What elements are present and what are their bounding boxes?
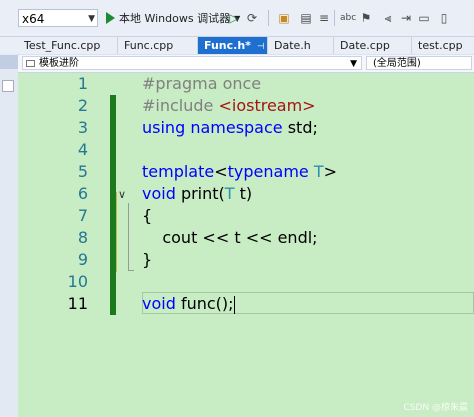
tab-date-cpp[interactable]: Date.cpp: [334, 37, 412, 54]
plain-token: >: [323, 162, 338, 181]
left-strip-selection: [0, 55, 18, 69]
keyword-token: template: [142, 162, 215, 181]
list-icon[interactable]: ≡: [316, 10, 332, 26]
project-scope-dropdown[interactable]: 模板进阶 ▼: [22, 56, 362, 70]
document-tabs: Test_Func.cpp Func.cpp Func.h*⊣✕ Date.h …: [0, 37, 474, 54]
plain-token: <: [214, 162, 228, 181]
folder-icon[interactable]: ▣: [276, 10, 292, 26]
type-token: T: [308, 162, 324, 181]
keyword-token: void: [142, 294, 176, 313]
line-number: 10: [67, 272, 88, 291]
left-tool-strip: [0, 54, 19, 417]
keyword-token: using: [142, 118, 186, 137]
line-number: 9: [77, 250, 88, 269]
pin-icon[interactable]: ⊣: [257, 42, 265, 52]
navigation-bar: 模板进阶 ▼ (全局范围): [18, 55, 474, 73]
code-text: void func();: [142, 293, 235, 315]
line-number: 2: [77, 96, 88, 115]
string-token: <iostream>: [218, 96, 316, 115]
line-number: 4: [77, 140, 88, 159]
code-text: void print(T t): [142, 183, 252, 205]
chevron-down-icon: ▼: [88, 14, 95, 24]
comment-icon[interactable]: ▭: [416, 10, 432, 26]
code-line: 7 {: [18, 205, 474, 227]
code-line-current: 11 void func();: [18, 293, 474, 315]
tab-label: Date.cpp: [340, 39, 390, 52]
bookmark-icon[interactable]: ⚑: [358, 10, 374, 26]
platform-select-value: x64: [22, 12, 45, 26]
code-text: using namespace std;: [142, 117, 318, 139]
tab-label: test.cpp: [418, 39, 463, 52]
line-number: 11: [67, 294, 88, 313]
code-text: #pragma once: [142, 74, 262, 93]
spell-check-icon[interactable]: abc: [340, 10, 356, 26]
code-line: 10: [18, 271, 474, 293]
preprocessor-token: #include: [142, 96, 219, 115]
line-number: 6: [77, 184, 88, 203]
code-text: cout << t << endl;: [142, 228, 318, 247]
plain-token: std;: [282, 118, 318, 137]
start-without-debugging-icon[interactable]: ▷: [226, 10, 242, 26]
watermark: CSDN @椋朱晨: [403, 403, 468, 413]
tab-label: Func.h*: [204, 39, 251, 52]
code-line: 2 #include <iostream>: [18, 95, 474, 117]
line-number: 8: [77, 228, 88, 247]
line-number: 7: [77, 206, 88, 225]
line-number: 3: [77, 118, 88, 137]
toolbar-separator: [268, 10, 269, 26]
plain-token: func();: [175, 294, 234, 313]
tab-label: Test_Func.cpp: [24, 39, 101, 52]
code-line: 3 using namespace std;: [18, 117, 474, 139]
chevron-down-icon: ▼: [350, 59, 357, 69]
text-caret: [233, 295, 235, 314]
tab-date-h[interactable]: Date.h: [268, 37, 334, 54]
line-number: 5: [77, 162, 88, 181]
keyword-token: namespace: [190, 118, 283, 137]
keyword-token: void: [142, 184, 176, 203]
toolbox-icon[interactable]: [2, 80, 14, 92]
code-line: 9 }: [18, 249, 474, 271]
play-icon: [106, 12, 115, 24]
code-line: 4: [18, 139, 474, 161]
code-line: 8 cout << t << endl;: [18, 227, 474, 249]
type-token: T: [224, 184, 235, 203]
layout-icon[interactable]: ▤: [298, 10, 314, 26]
tab-test-cpp[interactable]: test.cpp: [412, 37, 474, 54]
hot-reload-icon[interactable]: ⟳: [244, 10, 260, 26]
start-debugging-label: 本地 Windows 调试器: [119, 12, 231, 25]
tab-label: Date.h: [274, 39, 311, 52]
scope-dropdown[interactable]: (全局范围): [366, 56, 472, 70]
code-text: template<typename T>: [142, 161, 337, 183]
code-text: {: [142, 206, 153, 225]
line-number: 1: [77, 74, 88, 93]
indent-icon[interactable]: ⇥: [398, 10, 414, 26]
tab-func-cpp[interactable]: Func.cpp: [118, 37, 198, 54]
tab-label: Func.cpp: [124, 39, 174, 52]
code-line: 5 template<typename T>: [18, 161, 474, 183]
plain-token: print(: [175, 184, 225, 203]
tab-test-func-cpp[interactable]: Test_Func.cpp: [18, 37, 118, 54]
scope-value: (全局范围): [373, 58, 421, 69]
code-line: 6 void print(T t): [18, 183, 474, 205]
code-text: }: [142, 250, 153, 269]
start-debugging-button[interactable]: 本地 Windows 调试器 ▼: [106, 9, 240, 27]
code-line: 1 #pragma once: [18, 73, 474, 95]
project-scope-value: 模板进阶: [39, 58, 79, 69]
toolbar: x64 ▼ 本地 Windows 调试器 ▼ ▷ ⟳ ▣ ▤ ≡ abc ⚑ ⫷…: [0, 0, 474, 37]
keyword-token: typename: [227, 162, 309, 181]
uncomment-icon[interactable]: ▯: [436, 10, 452, 26]
code-editor[interactable]: ∨ 1 #pragma once 2 #include <iostream> 3…: [18, 73, 474, 417]
project-icon: [26, 60, 35, 67]
platform-select[interactable]: x64 ▼: [18, 9, 98, 27]
code-text: #include <iostream>: [142, 95, 316, 117]
tab-func-h[interactable]: Func.h*⊣✕: [198, 37, 268, 54]
plain-token: t): [234, 184, 253, 203]
toolbar-separator: [334, 10, 335, 26]
align-left-icon[interactable]: ⫷: [380, 10, 396, 26]
